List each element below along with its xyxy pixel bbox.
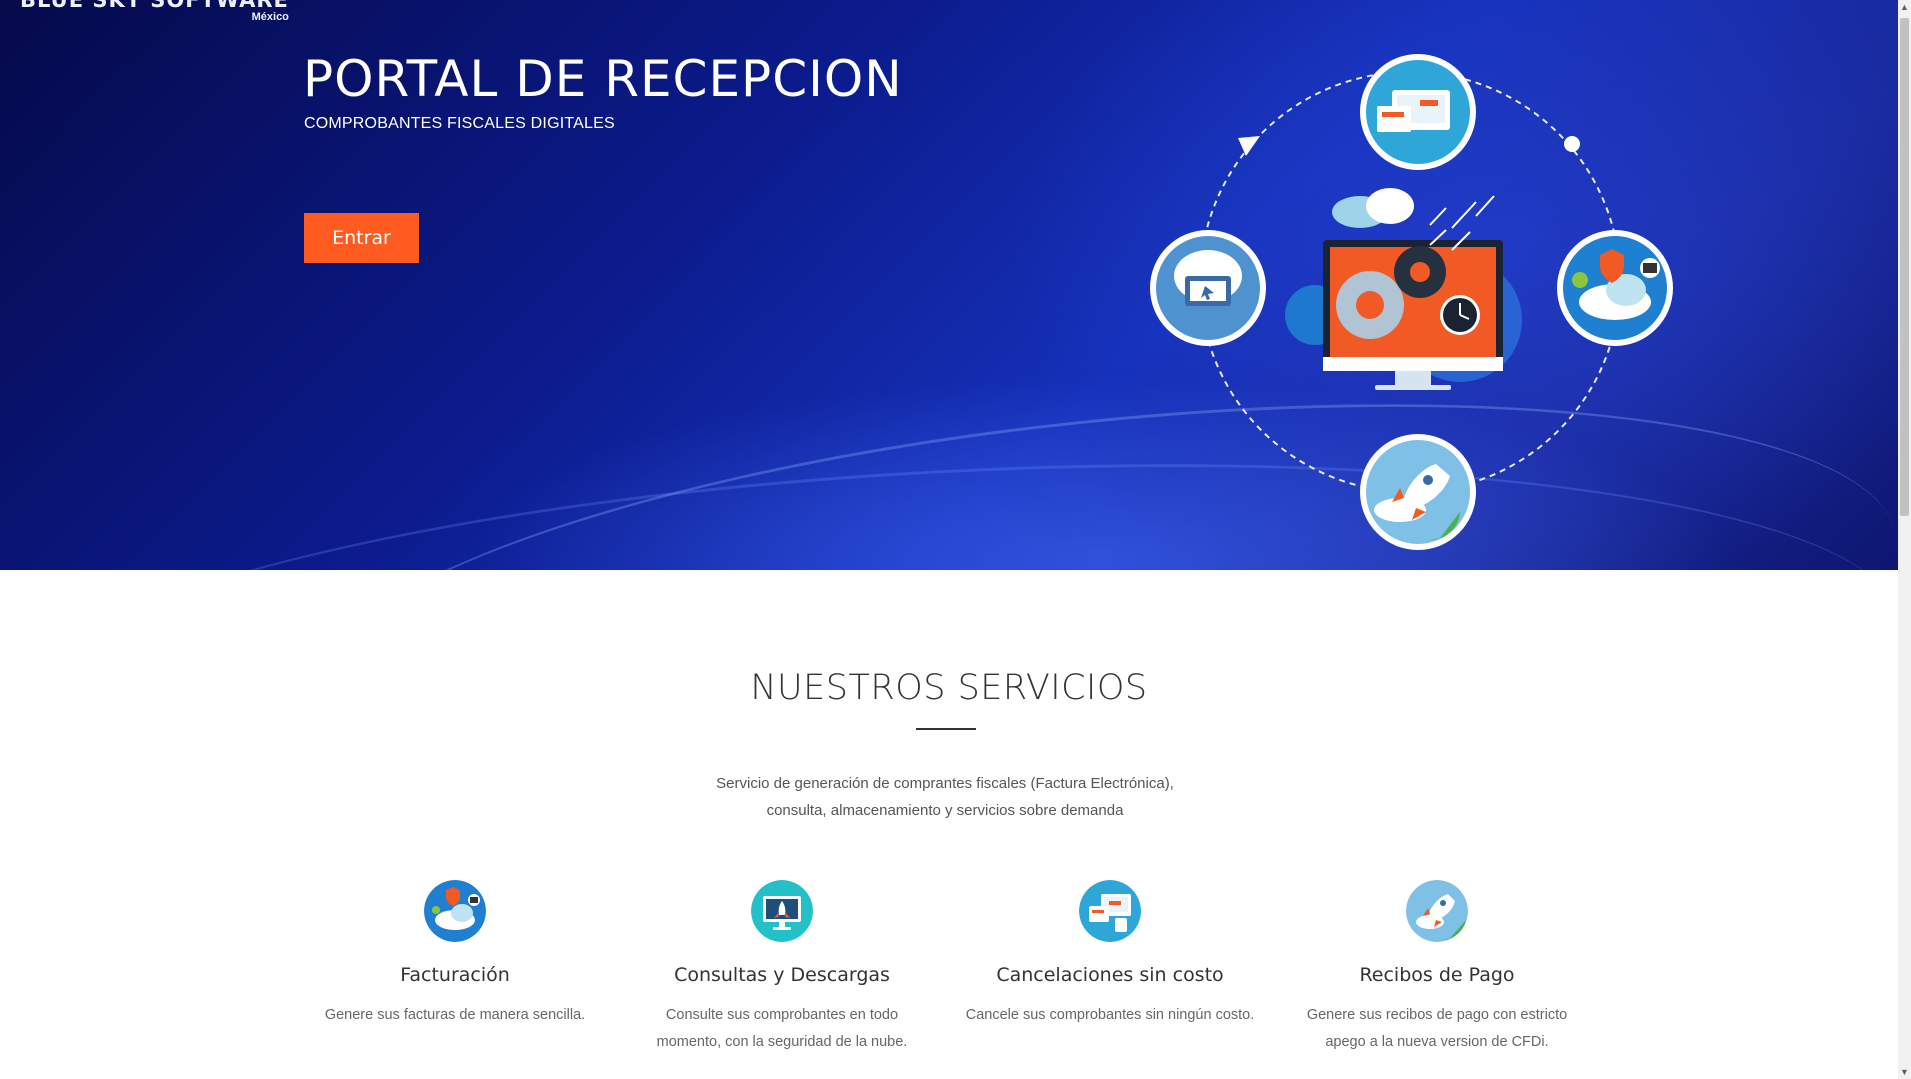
- service-card-facturacion: Facturación Genere sus facturas de maner…: [305, 880, 605, 1029]
- service-title: Cancelaciones sin costo: [996, 964, 1224, 986]
- service-text: Genere sus facturas de manera sencilla.: [324, 1007, 586, 1023]
- brand-sub: México: [251, 11, 289, 23]
- devices-node-icon: [1360, 54, 1476, 170]
- hero-illustration: [1150, 54, 1673, 550]
- services-description-line: Servicio de generación de comprantes fis…: [716, 775, 1174, 792]
- page-subtitle: COMPROBANTES FISCALES DIGITALES: [304, 115, 615, 132]
- enter-button[interactable]: Entrar: [304, 213, 419, 263]
- service-card-recibos: Recibos de Pago Genere sus recibos de pa…: [1287, 880, 1587, 1056]
- devices-icon: [1079, 880, 1141, 942]
- cloud-security-node-icon: [1557, 230, 1673, 346]
- page-scrollbar[interactable]: ▲ ▼: [1898, 0, 1911, 1079]
- scrollbar-thumb[interactable]: [1900, 18, 1909, 516]
- services-title: NUESTROS SERVICIOS: [750, 668, 1148, 708]
- service-text: Cancele sus comprobantes sin ningún cost…: [965, 1007, 1255, 1023]
- services-description-line: consulta, almacenamiento y servicios sob…: [766, 802, 1124, 819]
- scroll-down-icon[interactable]: ▼: [1898, 1065, 1911, 1079]
- service-card-consultas: Consultas y Descargas Consulte sus compr…: [632, 880, 932, 1056]
- service-title: Consultas y Descargas: [674, 964, 890, 986]
- monitor-gears-icon: [1285, 188, 1522, 390]
- page-title: PORTAL DE RECEPCION: [303, 50, 903, 108]
- services-description: Servicio de generación de comprantes fis…: [600, 770, 1290, 824]
- service-text: Consulte sus comprobantes en todo moment…: [656, 1007, 908, 1050]
- services-divider: [916, 728, 976, 730]
- service-title: Recibos de Pago: [1359, 964, 1515, 986]
- brand-name: BLUE SKY SOFTWARE: [20, 0, 289, 12]
- hero-banner: BLUE SKY SOFTWARE México PORTAL DE RECEP…: [0, 0, 1898, 570]
- rocket-icon: [1406, 880, 1468, 942]
- rocket-node-icon: [1360, 434, 1476, 550]
- cloud-shield-icon: [424, 880, 486, 942]
- service-card-cancelaciones: Cancelaciones sin costo Cancele sus comp…: [960, 880, 1260, 1029]
- cloud-laptop-node-icon: [1150, 230, 1266, 346]
- monitor-rocket-icon: [751, 880, 813, 942]
- brand-logo[interactable]: BLUE SKY SOFTWARE México: [20, 0, 289, 23]
- service-title: Facturación: [400, 964, 510, 986]
- scroll-up-icon[interactable]: ▲: [1898, 0, 1911, 14]
- service-text: Genere sus recibos de pago con estricto …: [1306, 1007, 1568, 1050]
- orbit-arrow-icon: [1238, 136, 1260, 156]
